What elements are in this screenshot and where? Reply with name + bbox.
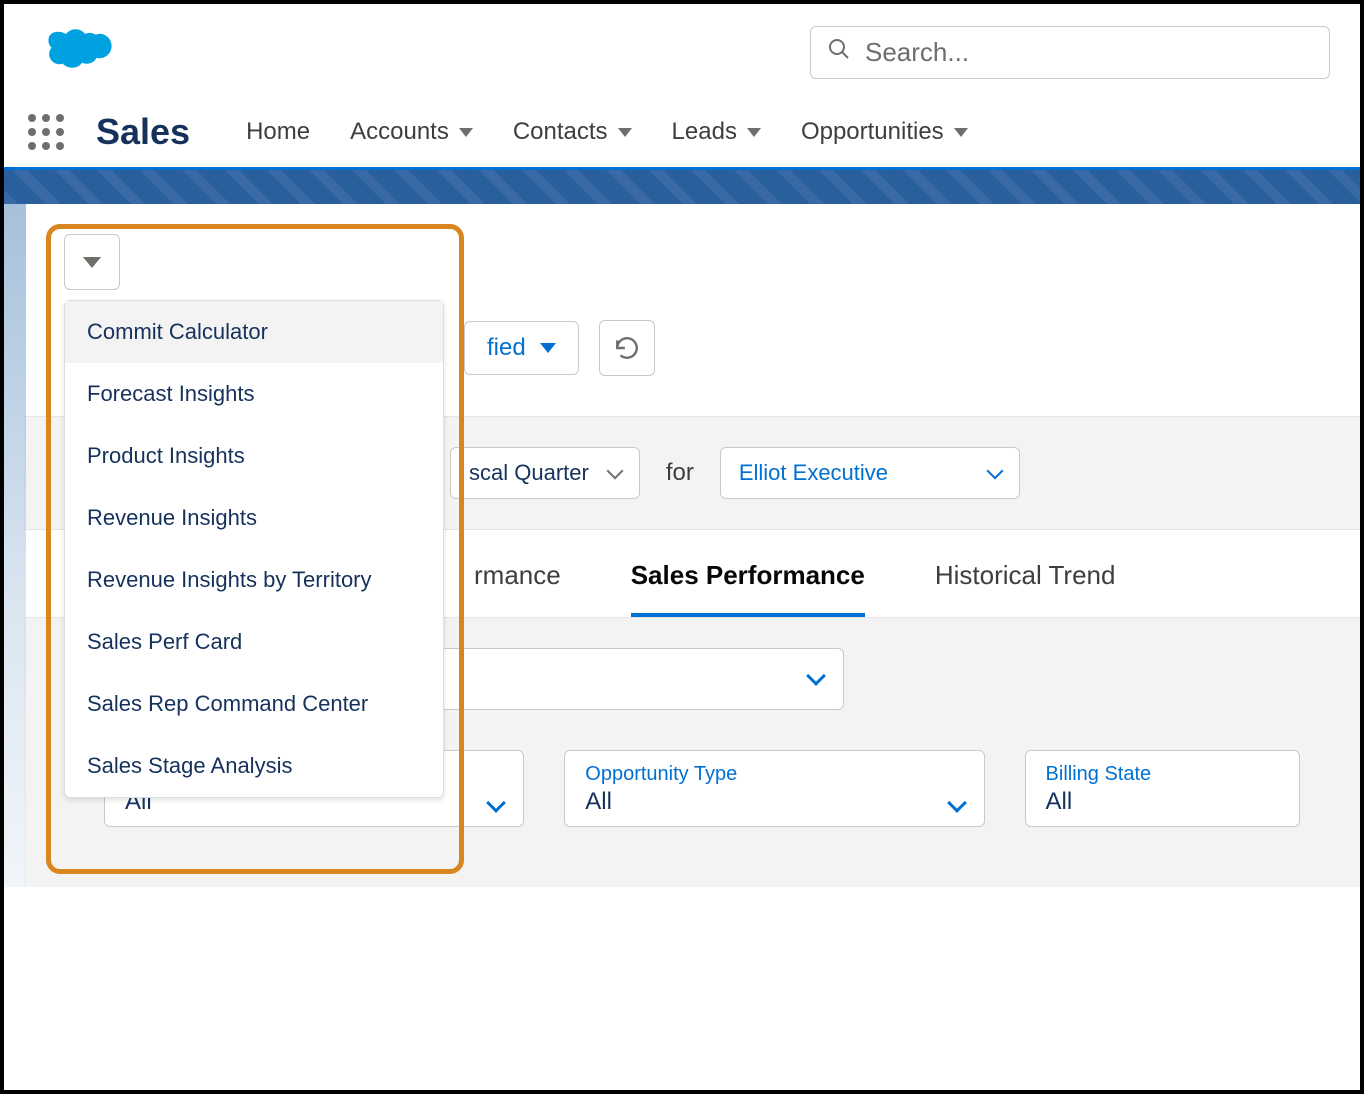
- filter-opportunity-type[interactable]: Opportunity Type All: [564, 750, 984, 827]
- chevron-down-icon: [947, 793, 967, 813]
- triangle-down-icon: [540, 343, 556, 353]
- menu-item-product-insights[interactable]: Product Insights: [65, 425, 443, 487]
- dashboard-picker-trigger[interactable]: [64, 234, 120, 290]
- nav-bar: Sales Home Accounts Contacts Leads Oppor…: [4, 93, 1360, 170]
- menu-item-forecast-insights[interactable]: Forecast Insights: [65, 363, 443, 425]
- texture-bar: [4, 170, 1360, 204]
- chevron-down-icon: [606, 463, 623, 480]
- nav-item-leads[interactable]: Leads: [672, 118, 761, 146]
- chevron-down-icon: [954, 128, 968, 137]
- app-name: Sales: [96, 111, 190, 153]
- tab-sales-performance[interactable]: Sales Performance: [631, 560, 865, 617]
- chevron-down-icon: [618, 128, 632, 137]
- nav-item-opportunities[interactable]: Opportunities: [801, 118, 968, 146]
- filter-billing-state[interactable]: Billing State All: [1025, 750, 1300, 827]
- search-placeholder: Search...: [865, 37, 969, 68]
- dashboard-picker-menu: Commit Calculator Forecast Insights Prod…: [64, 300, 444, 798]
- left-gradient: [4, 204, 26, 887]
- menu-item-sales-perf-card[interactable]: Sales Perf Card: [65, 611, 443, 673]
- menu-item-revenue-insights[interactable]: Revenue Insights: [65, 487, 443, 549]
- salesforce-logo: [34, 22, 114, 83]
- menu-item-commit-calculator[interactable]: Commit Calculator: [65, 301, 443, 363]
- nav-item-contacts[interactable]: Contacts: [513, 118, 632, 146]
- chevron-down-icon: [986, 463, 1003, 480]
- chevron-down-icon: [459, 128, 473, 137]
- menu-item-sales-stage-analysis[interactable]: Sales Stage Analysis: [65, 735, 443, 797]
- search-icon: [827, 37, 851, 68]
- period-selector[interactable]: scal Quarter: [450, 447, 640, 499]
- tab-historical-trend[interactable]: Historical Trend: [935, 560, 1116, 617]
- user-selector[interactable]: Elliot Executive: [720, 447, 1020, 499]
- global-header: Search...: [4, 4, 1360, 93]
- for-label: for: [666, 459, 694, 487]
- chevron-down-icon: [747, 128, 761, 137]
- app-launcher-icon[interactable]: [28, 114, 64, 150]
- refresh-button[interactable]: [599, 320, 655, 376]
- nav-item-accounts[interactable]: Accounts: [350, 118, 473, 146]
- triangle-down-icon: [83, 257, 101, 268]
- chevron-down-icon: [486, 793, 506, 813]
- chevron-down-icon: [806, 666, 826, 686]
- content-area: Commit Calculator Forecast Insights Prod…: [4, 204, 1360, 887]
- nav-item-home[interactable]: Home: [246, 118, 310, 146]
- menu-item-sales-rep-command-center[interactable]: Sales Rep Command Center: [65, 673, 443, 735]
- tab-partial-rmance[interactable]: rmance: [474, 560, 561, 617]
- global-search[interactable]: Search...: [810, 26, 1330, 79]
- filter-pill[interactable]: fied: [464, 321, 579, 375]
- menu-item-revenue-insights-territory[interactable]: Revenue Insights by Territory: [65, 549, 443, 611]
